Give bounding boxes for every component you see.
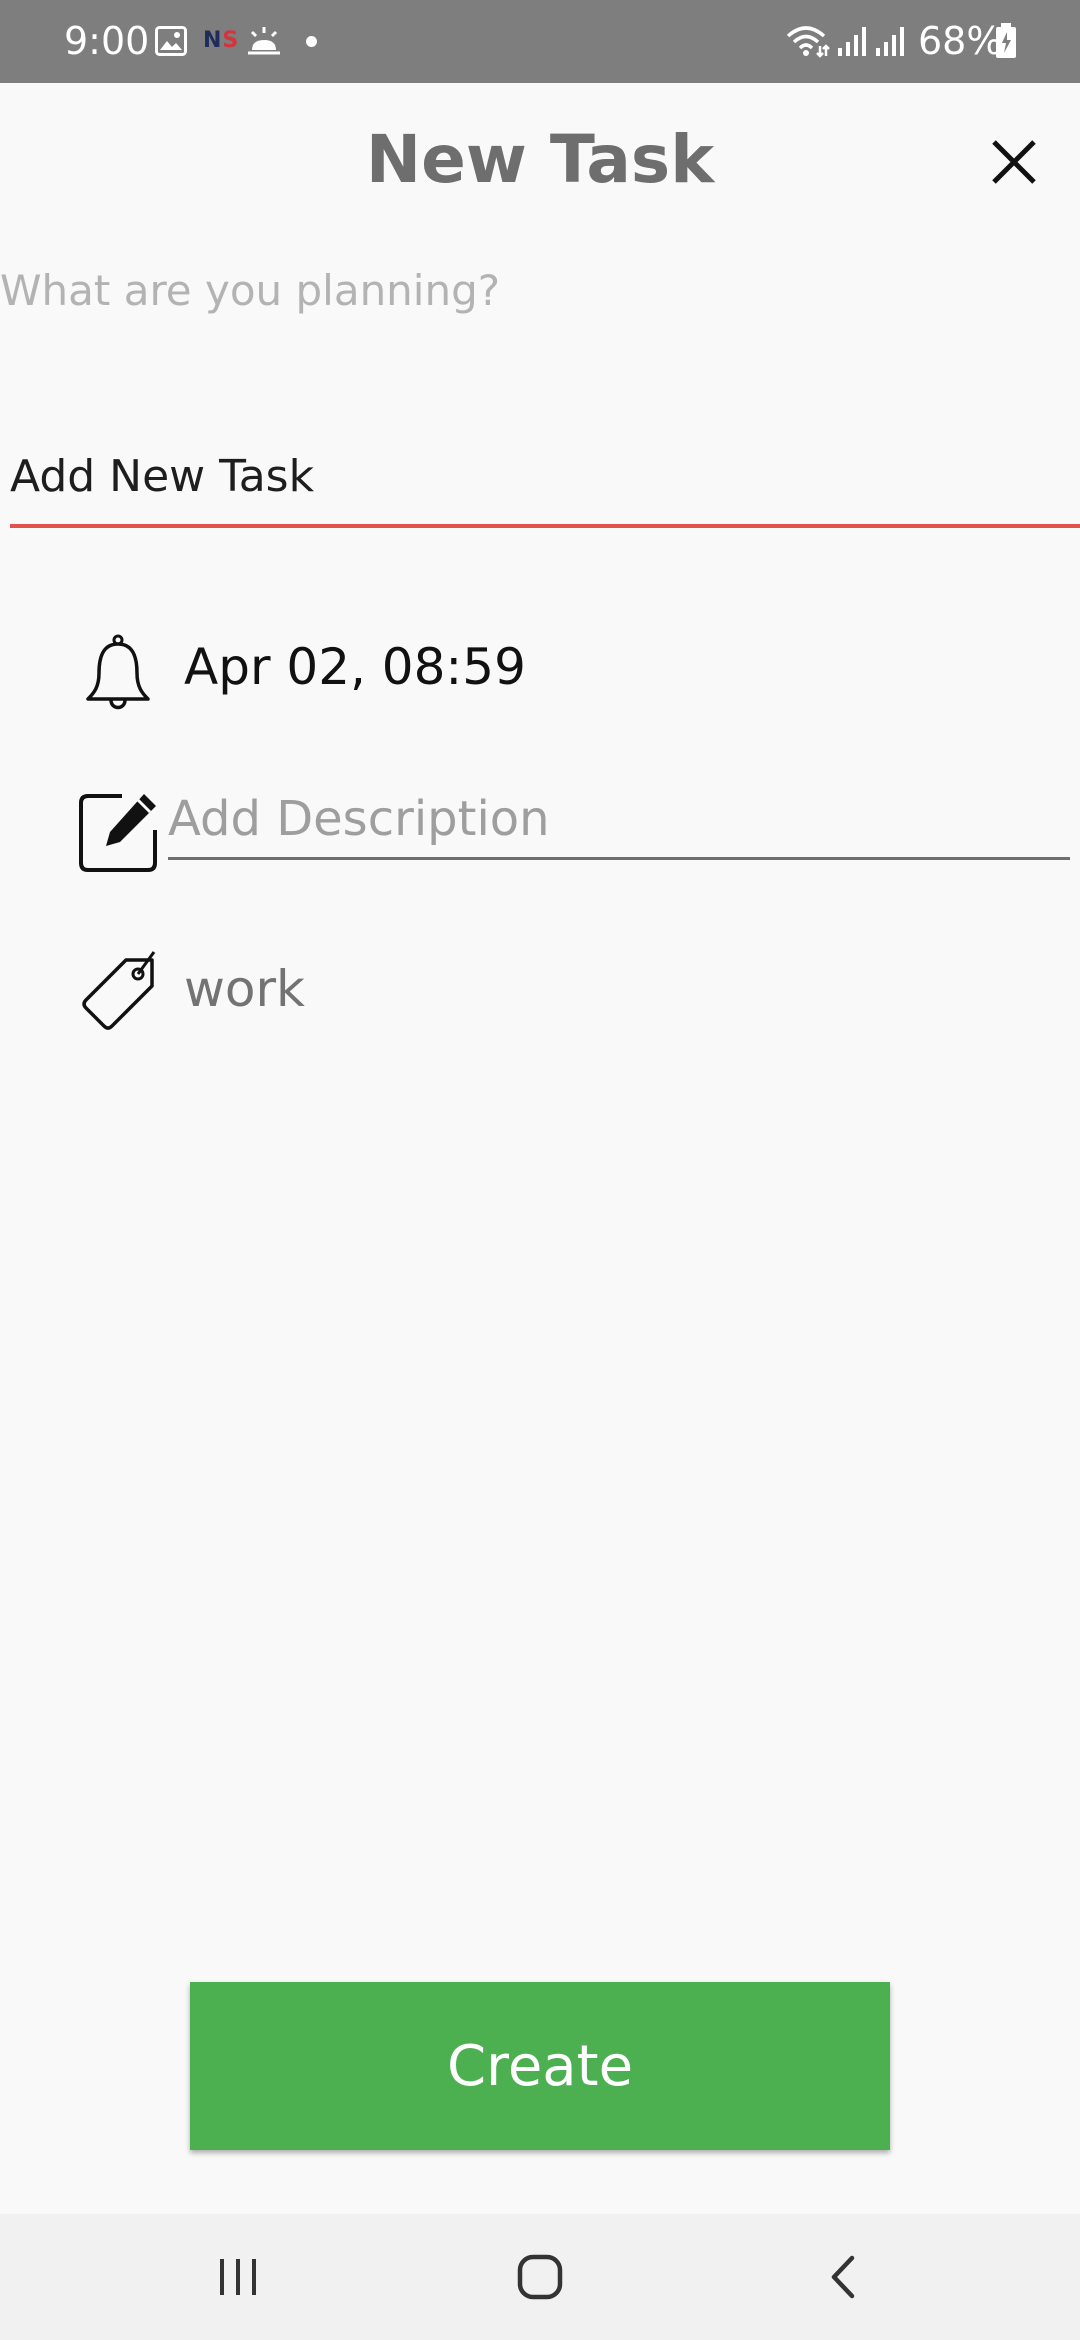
edit-icon [79,794,157,872]
recent-apps-button[interactable] [198,2240,278,2314]
close-icon [992,140,1036,184]
category-value[interactable]: work [184,956,305,1022]
planning-label: What are you planning? [0,266,501,315]
signal-icon [876,27,904,56]
task-name-input[interactable] [10,428,1080,528]
battery-icon [996,23,1016,58]
edit-description-icon-wrap [78,792,160,874]
category-button[interactable] [78,950,160,1032]
weather-icon [248,27,280,55]
gallery-icon [155,26,187,56]
create-button[interactable]: Create [190,1982,890,2150]
status-bar: 9:00 NS 68% [0,0,1080,83]
recent-apps-icon [220,2259,256,2295]
close-button[interactable] [982,130,1046,194]
ns-app-icon: NS [203,28,240,53]
description-input[interactable] [168,780,1070,860]
bell-icon [86,634,150,710]
back-icon [831,2255,855,2299]
navigation-bar [0,2214,1080,2340]
back-button[interactable] [802,2240,882,2314]
home-button[interactable] [500,2240,580,2314]
signal-icon [838,27,866,56]
home-icon [517,2254,563,2300]
battery-percent: 68% [918,19,1003,63]
wifi-icon [786,26,830,58]
status-time: 9:00 [64,19,150,63]
page-title: New Task [365,121,715,198]
tag-icon [82,951,156,1030]
reminder-button[interactable] [78,632,158,716]
reminder-datetime[interactable]: Apr 02, 08:59 [184,634,526,700]
notification-dot [306,36,317,47]
